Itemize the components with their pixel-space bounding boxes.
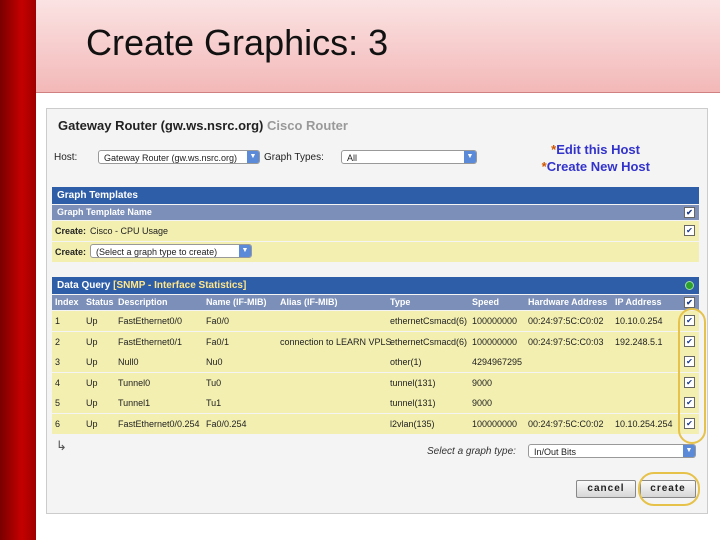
table-cell: Up (86, 377, 98, 388)
data-query-column-header: Index Status Description Name (IF-MIB) A… (52, 295, 699, 310)
table-cell: 00:24:97:5C:C0:03 (528, 336, 604, 347)
host-heading: Gateway Router (gw.ws.nsrc.org) Cisco Ro… (58, 118, 348, 133)
table-cell: FastEthernet0/1 (118, 336, 183, 347)
create-host-link[interactable]: *Create New Host (490, 159, 650, 174)
column-header: Status (86, 297, 114, 307)
table-cell: 192.248.5.1 (615, 336, 663, 347)
table-row[interactable]: 3 Up Null0 Nu0 other(1) 4294967295 ✔ (52, 352, 699, 372)
table-cell: ethernetCsmacd(6) (390, 336, 468, 347)
table-cell: 1 (55, 316, 61, 326)
data-query-header: Data Query [SNMP - Interface Statistics] (52, 277, 699, 294)
table-cell: Tu1 (206, 398, 222, 408)
table-cell: Nu0 (206, 357, 223, 367)
table-cell: Tu0 (206, 377, 222, 388)
template-row: Create: Cisco - CPU Usage ✔ (52, 221, 699, 241)
graph-type-select[interactable]: In/Out Bits ▼ (528, 444, 696, 458)
table-cell: 6 (55, 418, 61, 429)
table-cell: Tunnel0 (118, 377, 151, 388)
slide-sidebar-bar (0, 0, 36, 540)
table-cell: ethernetCsmacd(6) (390, 316, 468, 326)
table-cell: other(1) (390, 357, 422, 367)
table-cell: 9000 (472, 377, 493, 388)
table-cell: Fa0/0.254 (206, 418, 247, 429)
table-cell: 00:24:97:5C:C0:02 (528, 418, 604, 429)
table-cell: Fa0/0 (206, 316, 230, 326)
select-graph-type-label: Select a graph type: (427, 446, 516, 457)
host-select[interactable]: Gateway Router (gw.ws.nsrc.org) ▼ (98, 150, 260, 164)
table-cell: 5 (55, 398, 61, 408)
table-cell: 100000000 (472, 316, 518, 326)
table-cell: 3 (55, 357, 61, 367)
create-label: Create: (55, 226, 87, 236)
template-type-select[interactable]: (Select a graph type to create) ▼ (90, 244, 252, 258)
refresh-icon[interactable] (685, 281, 694, 290)
column-header: Description (118, 297, 168, 307)
arrow-return-icon: ↳ (56, 438, 67, 453)
select-all-checkbox[interactable]: ✔ (684, 297, 695, 308)
table-cell: FastEthernet0/0 (118, 316, 183, 326)
graph-template-column-header: Graph Template Name ✔ (52, 205, 699, 220)
table-cell: 4294967295 (472, 357, 523, 367)
table-cell: Up (86, 418, 98, 429)
table-cell: 100000000 (472, 418, 518, 429)
table-cell: Tunnel1 (118, 398, 151, 408)
host-label: Host: (54, 152, 78, 163)
column-header: Speed (472, 297, 500, 307)
table-cell: 2 (55, 336, 61, 347)
table-cell: 4 (55, 377, 61, 388)
edit-host-link[interactable]: *Edit this Host (500, 142, 640, 157)
host-subtitle: Cisco Router (267, 118, 348, 133)
table-row[interactable]: 6 Up FastEthernet0/0.254 Fa0/0.254 l2vlan(13… (52, 413, 699, 434)
template-create-row: Create: (Select a graph type to create) … (52, 242, 699, 262)
template-checkbox[interactable]: ✔ (684, 225, 695, 236)
table-cell: Up (86, 316, 98, 326)
table-cell: Fa0/1 (206, 336, 230, 347)
column-header: Index (55, 297, 79, 307)
table-cell: 00:24:97:5C:C0:02 (528, 316, 604, 326)
column-header: Name (IF-MIB) (206, 297, 267, 307)
chevron-down-icon: ▼ (239, 245, 251, 257)
column-header: Hardware Address (528, 297, 608, 307)
column-header: Type (390, 297, 411, 307)
table-cell: Up (86, 398, 98, 408)
cancel-button[interactable]: cancel (576, 480, 636, 498)
chevron-down-icon: ▼ (683, 445, 695, 457)
slide-title-area: Create Graphics: 3 (36, 0, 720, 93)
graph-types-value: All (347, 153, 358, 163)
graph-types-label: Graph Types: (264, 152, 324, 163)
graph-types-select[interactable]: All ▼ (341, 150, 477, 164)
chevron-down-icon: ▼ (464, 151, 476, 163)
table-cell: 9000 (472, 398, 493, 408)
table-cell: 100000000 (472, 336, 518, 347)
table-row[interactable]: 5 Up Tunnel1 Tu1 tunnel(131) 9000 ✔ (52, 393, 699, 413)
table-cell: Up (86, 357, 98, 367)
host-select-value: Gateway Router (gw.ws.nsrc.org) (104, 153, 238, 163)
table-cell: Up (86, 336, 98, 347)
data-query-name: [SNMP - Interface Statistics] (113, 280, 247, 291)
highlight-create-button (638, 472, 700, 506)
data-query-label: Data Query (57, 280, 111, 291)
table-cell: FastEthernet0/0.254 (118, 418, 200, 429)
table-row[interactable]: 1 Up FastEthernet0/0 Fa0/0 ethernetCsmacd(6)… (52, 311, 699, 331)
table-cell: tunnel(131) (390, 398, 436, 408)
table-cell: Null0 (118, 357, 139, 367)
create-label: Create: (55, 247, 87, 257)
template-name: Cisco - CPU Usage (90, 226, 169, 236)
table-cell: 10.10.254.254 (615, 418, 673, 429)
column-header: Alias (IF-MIB) (280, 297, 338, 307)
highlight-checkboxes (678, 308, 706, 444)
table-cell: tunnel(131) (390, 377, 436, 388)
host-title: Gateway Router (gw.ws.nsrc.org) (58, 118, 264, 133)
table-cell: l2vlan(135) (390, 418, 435, 429)
column-header: IP Address (615, 297, 662, 307)
table-cell: 10.10.0.254 (615, 316, 663, 326)
chevron-down-icon: ▼ (247, 151, 259, 163)
table-row[interactable]: 2 Up FastEthernet0/1 Fa0/1 connection to LEA… (52, 331, 699, 352)
graph-templates-header: Graph Templates (52, 187, 699, 204)
select-all-checkbox[interactable]: ✔ (684, 207, 695, 218)
table-cell: connection to LEARN VPLS (280, 336, 392, 347)
table-row[interactable]: 4 Up Tunnel0 Tu0 tunnel(131) 9000 ✔ (52, 372, 699, 393)
slide-title: Create Graphics: 3 (86, 22, 389, 63)
